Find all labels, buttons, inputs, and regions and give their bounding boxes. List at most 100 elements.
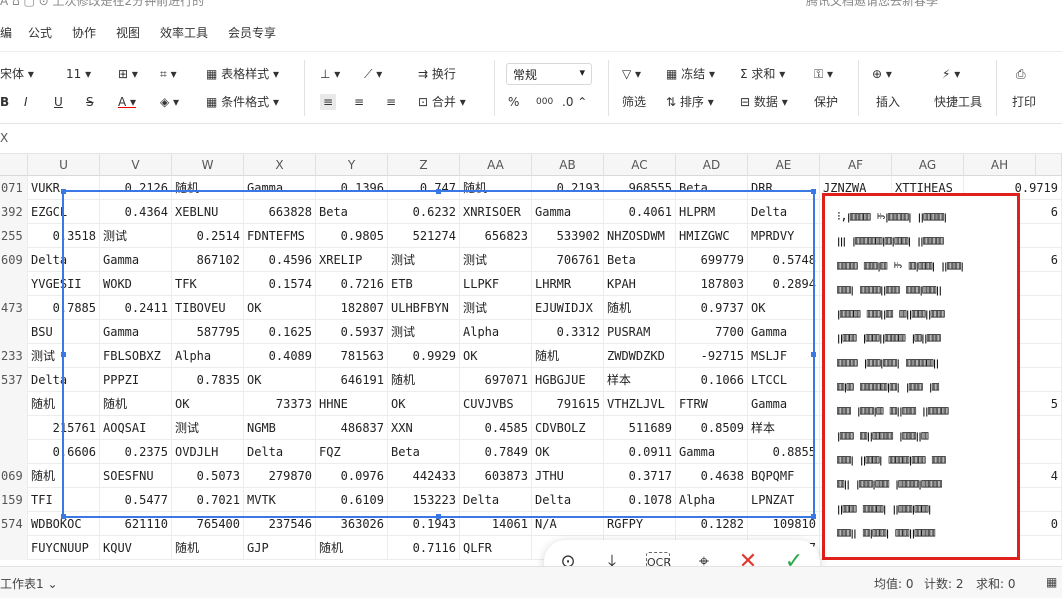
table-cell[interactable]: TFI [28,488,100,512]
table-cell[interactable]: -92715 [676,344,748,368]
menu-efficiency-tools[interactable]: 效率工具 [160,24,208,41]
table-cell[interactable]: 73373 [244,392,316,416]
align-center-icon[interactable]: ≡ [354,94,364,110]
column-header[interactable]: AA [460,154,532,176]
table-cell[interactable]: 0.5748 [748,248,820,272]
table-cell[interactable]: 109810 [748,512,820,536]
column-header[interactable]: AG [892,154,964,176]
table-cell[interactable]: 0.5937 [316,320,388,344]
menu-member[interactable]: 会员专享 [228,24,276,41]
table-cell[interactable]: 187803 [676,272,748,296]
table-cell[interactable]: 0.6606 [28,440,100,464]
menu-formula[interactable]: 公式 [28,24,52,41]
table-cell[interactable]: 0.2894 [748,272,820,296]
table-cell[interactable]: 867102 [172,248,244,272]
menu-collab[interactable]: 协作 [72,24,96,41]
printer-icon[interactable]: ⎙ [1016,66,1026,82]
table-cell[interactable]: 0.747 [388,176,460,200]
table-cell[interactable]: 随机 [100,392,172,416]
table-cell[interactable]: DRR [748,176,820,200]
table-cell[interactable]: 随机 [316,536,388,560]
row-header[interactable]: 574 [0,512,28,536]
table-cell[interactable]: 0.3312 [532,320,604,344]
table-cell[interactable]: 215761 [28,416,100,440]
column-header[interactable]: X [244,154,316,176]
table-cell[interactable]: XXN [388,416,460,440]
column-header[interactable]: Y [316,154,388,176]
table-cell[interactable]: OK [532,440,604,464]
table-cell[interactable]: MSLJF [748,344,820,368]
table-cell[interactable]: OK [244,296,316,320]
row-header[interactable]: 159 [0,488,28,512]
table-cell[interactable]: 0.2193 [532,176,604,200]
table-cell[interactable]: HGBGJUE [532,368,604,392]
table-cell[interactable]: 363026 [316,512,388,536]
text-rotate-icon[interactable]: ⟋ ▾ [364,66,382,82]
table-cell[interactable]: CUVJVBS [460,392,532,416]
row-header[interactable]: 392 [0,200,28,224]
table-cell[interactable]: 656823 [460,224,532,248]
data-button[interactable]: ⊟ 数据 ▾ [740,94,788,110]
table-cell[interactable]: 0.0976 [316,464,388,488]
row-header[interactable]: 537 [0,368,28,392]
sort-button[interactable]: ⇅ 排序 ▾ [666,94,714,110]
table-cell[interactable]: Gamma [748,392,820,416]
table-cell[interactable]: 测试 [172,416,244,440]
row-header[interactable] [0,416,28,440]
table-cell[interactable]: 随机 [28,464,100,488]
table-cell[interactable]: OK [388,392,460,416]
table-cell[interactable]: 0.2375 [100,440,172,464]
table-cell[interactable]: NGMB [244,416,316,440]
table-cell[interactable]: OK [172,392,244,416]
table-cell[interactable]: TIBOVEU [172,296,244,320]
conditional-format-button[interactable]: ▦ 条件格式 ▾ [206,94,279,110]
table-cell[interactable]: 0.5477 [100,488,172,512]
table-cell[interactable]: 测试 [388,248,460,272]
menu-edit[interactable]: 编 [0,24,12,41]
table-cell[interactable]: 0.1078 [604,488,676,512]
table-cell[interactable]: 0.1625 [244,320,316,344]
decimal-button[interactable]: .0 ⌃ [562,94,587,110]
table-cell[interactable]: 0.6109 [316,488,388,512]
table-cell[interactable]: Gamma [532,200,604,224]
table-cell[interactable]: 随机 [532,344,604,368]
column-header[interactable]: W [172,154,244,176]
table-cell[interactable]: KQUV [100,536,172,560]
table-cell[interactable]: Delta [460,488,532,512]
table-cell[interactable]: EJUWIDJX [532,296,604,320]
column-header[interactable]: U [28,154,100,176]
row-header[interactable]: 233 [0,344,28,368]
table-cell[interactable]: XRELIP [316,248,388,272]
table-cell[interactable]: 646191 [316,368,388,392]
font-size-select[interactable]: 11 ▾ [66,66,91,82]
table-cell[interactable]: 测试 [388,320,460,344]
table-cell[interactable]: 随机 [172,176,244,200]
table-cell[interactable]: 0.7216 [316,272,388,296]
table-cell[interactable]: OVDJLH [172,440,244,464]
table-cell[interactable]: 0.7021 [172,488,244,512]
table-cell[interactable]: OK [460,344,532,368]
table-cell[interactable]: FDNTEFMS [244,224,316,248]
row-header[interactable]: 609 [0,248,28,272]
table-cell[interactable]: 442433 [388,464,460,488]
table-cell[interactable]: 0.9805 [316,224,388,248]
table-cell[interactable]: LTCCL [748,368,820,392]
table-cell[interactable]: 791615 [532,392,604,416]
table-cell[interactable]: 0.4585 [460,416,532,440]
column-header[interactable]: AB [532,154,604,176]
row-header[interactable] [0,440,28,464]
table-cell[interactable]: HHNE [316,392,388,416]
table-cell[interactable]: ZWDWDZKD [604,344,676,368]
table-cell[interactable]: BQPQMF [748,464,820,488]
freeze-button[interactable]: ▦ 冻结 ▾ [666,66,715,82]
table-cell[interactable]: Gamma [100,248,172,272]
table-cell[interactable]: NHZOSDWM [604,224,676,248]
table-cell[interactable]: Delta [244,440,316,464]
table-cell[interactable]: 测试 [460,296,532,320]
table-cell[interactable]: Beta [604,248,676,272]
table-cell[interactable]: FQZ [316,440,388,464]
table-cell[interactable]: VTHZLJVL [604,392,676,416]
table-cell[interactable]: PUSRAM [604,320,676,344]
table-cell[interactable]: RGFPY [604,512,676,536]
table-cell[interactable]: BSU [28,320,100,344]
